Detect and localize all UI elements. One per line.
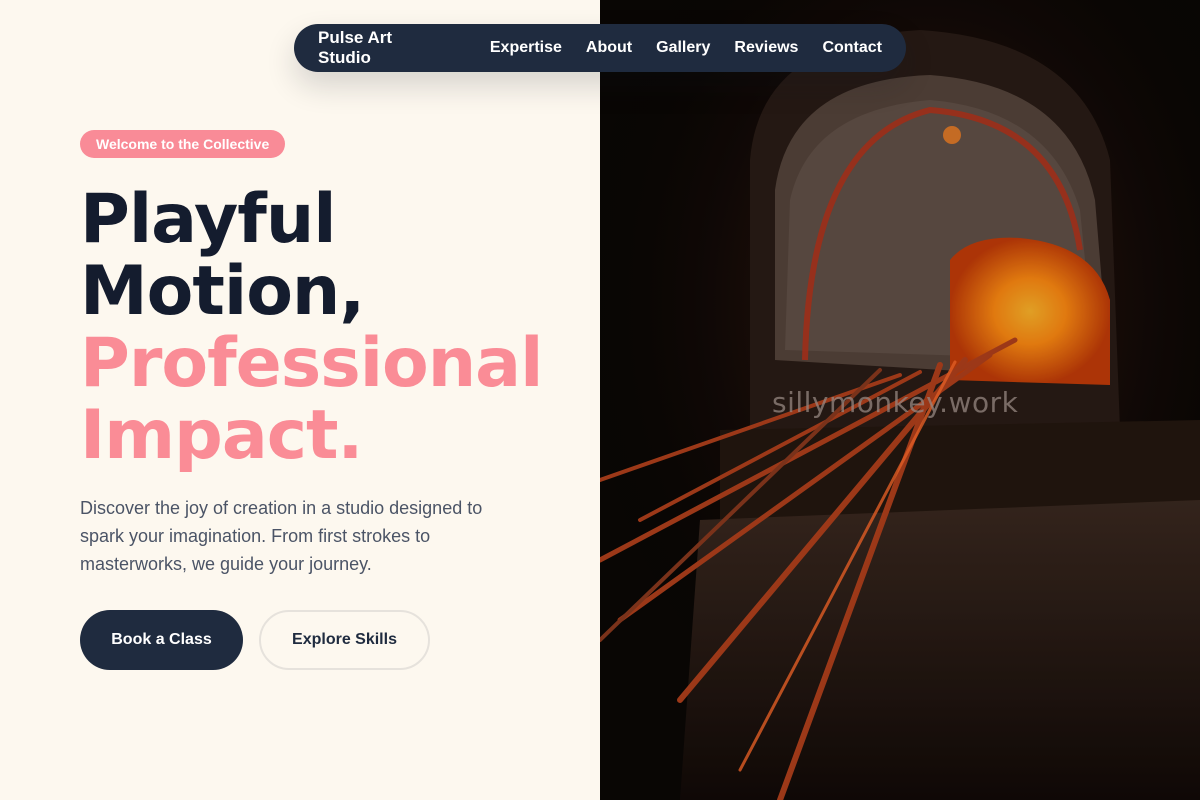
nav-link-expertise[interactable]: Expertise <box>490 39 562 57</box>
welcome-badge: Welcome to the Collective <box>80 130 286 158</box>
headline-line-4: Impact. <box>80 396 363 475</box>
headline-line-3: Professional <box>80 324 543 403</box>
nav-link-contact[interactable]: Contact <box>822 39 882 57</box>
nav-link-about[interactable]: About <box>586 39 632 57</box>
headline-line-2: Motion, <box>80 252 365 331</box>
image-watermark: sillymonkey.work <box>772 386 1019 419</box>
main-navigation: Pulse Art Studio Expertise About Gallery… <box>294 24 906 72</box>
page: Welcome to the Collective Playful Motion… <box>0 0 1200 800</box>
nav-link-gallery[interactable]: Gallery <box>656 39 710 57</box>
nav-link-reviews[interactable]: Reviews <box>734 39 798 57</box>
book-class-button[interactable]: Book a Class <box>80 610 243 670</box>
nav-links: Expertise About Gallery Reviews Contact <box>490 39 882 57</box>
explore-skills-button[interactable]: Explore Skills <box>259 610 430 670</box>
hero-description: Discover the joy of creation in a studio… <box>80 498 483 574</box>
hero-left-panel: Welcome to the Collective Playful Motion… <box>0 0 600 800</box>
hero-image: sillymonkey.work <box>600 0 1200 800</box>
hero-headline: Playful Motion, Professional Impact. <box>80 180 543 475</box>
brand-logo-link[interactable]: Pulse Art Studio <box>318 28 442 68</box>
headline-line-1: Playful <box>80 180 337 259</box>
